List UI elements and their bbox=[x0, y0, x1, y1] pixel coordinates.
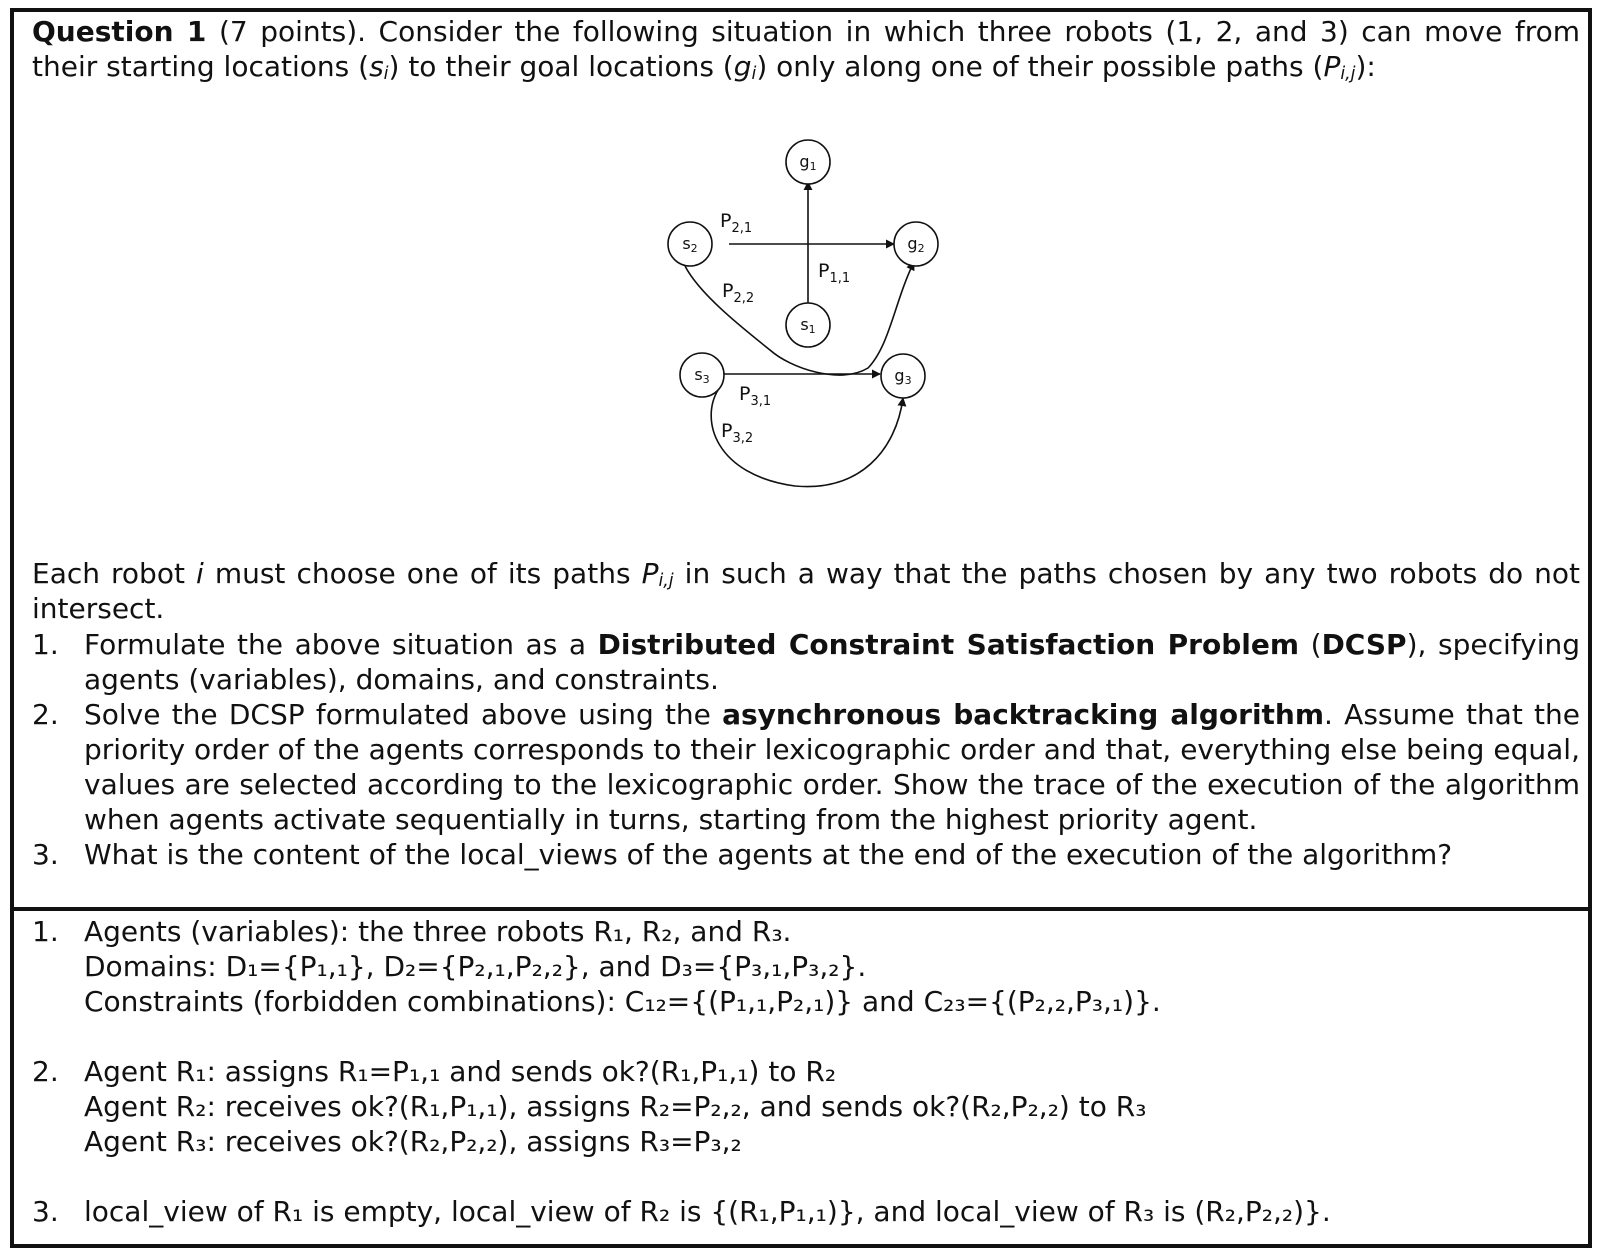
task-item-1: 1. Formulate the above situation as a Dis… bbox=[32, 628, 1580, 696]
robot-paths-diagram: g1 g2 g3 s1 s2 s3 P2,1 P2,2 P1,1 P3,1 P3… bbox=[667, 139, 939, 488]
label-p22: P2,2 bbox=[722, 280, 754, 306]
label-p31: P3,1 bbox=[739, 383, 771, 409]
label-p11: P1,1 bbox=[818, 260, 850, 286]
each-robot-paragraph: Each robot i must choose one of its path… bbox=[32, 557, 1581, 625]
task-item-2: 2. Solve the DCSP formulated above using … bbox=[32, 698, 1580, 836]
answer-divider bbox=[10, 907, 1592, 911]
task-item-3: 3. What is the content of the local_views… bbox=[32, 838, 1453, 871]
label-p21: P2,1 bbox=[720, 210, 752, 236]
task-list: 1. Formulate the above situation as a Dis… bbox=[32, 627, 1580, 872]
label-p32: P3,2 bbox=[721, 420, 753, 446]
